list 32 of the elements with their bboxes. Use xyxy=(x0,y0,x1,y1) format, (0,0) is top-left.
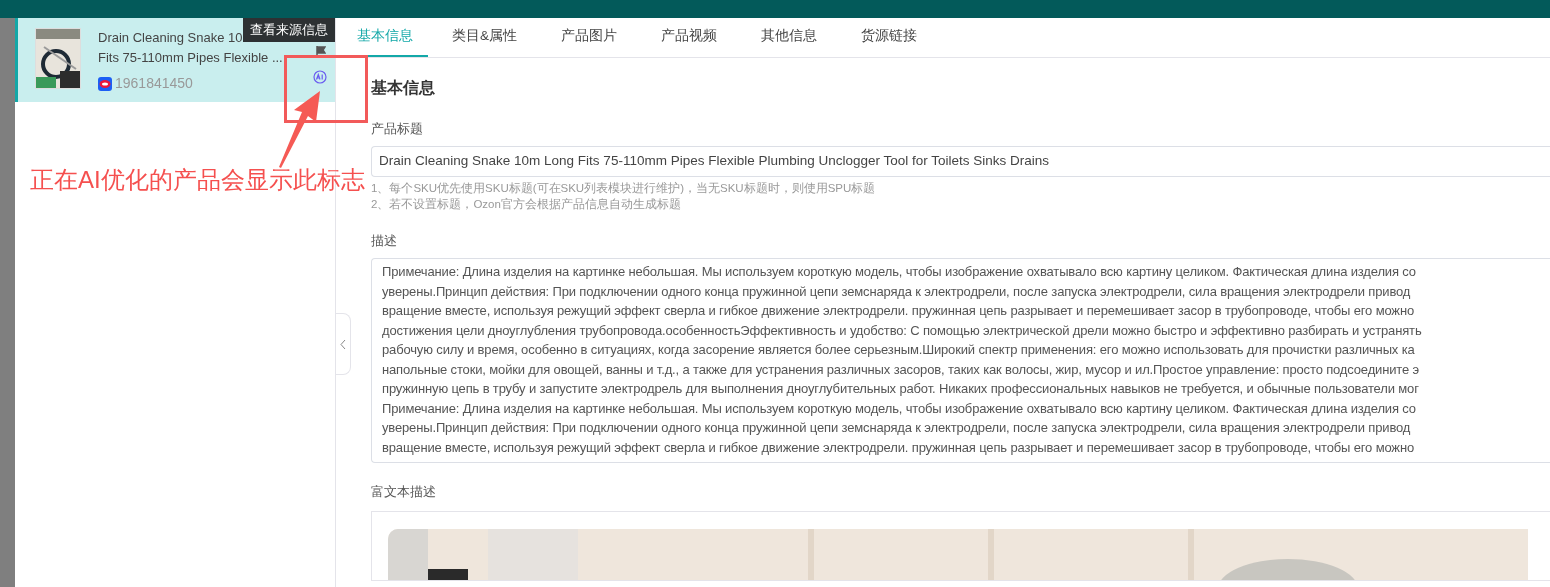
hint-text: 1、每个SKU优先使用SKU标题(可在SKU列表模块进行维护)，当无SKU标题时，则使用SPU标题 xyxy=(371,181,877,196)
tab[interactable]: 类目&属性 xyxy=(432,18,537,57)
annotation-text: 正在AI优化的产品会显示此标志 xyxy=(30,165,365,195)
description-line: вращение вместе, используя режущий эффект сверла и гибкое движение электродрели. пружинная цепь разрывает и перемешивает засор в трубопроводе, чтобы его можно xyxy=(382,438,1416,457)
hint-text: 2、若不设置标题，Ozon官方会根据产品信息自动生成标题 xyxy=(371,197,682,212)
field-label: 描述 xyxy=(371,232,398,250)
field-label: 产品标题 xyxy=(371,120,424,138)
product-id: 1961841450 xyxy=(115,74,193,93)
product-title: Drain Cleaning Snake 10 xyxy=(98,29,243,47)
description-line: вращение вместе, используя режущий эффект сверла и гибкое движение электродрели. пружинная цепь разрывает и перемешивает засор в трубопроводе, чтобы его можно xyxy=(382,302,1416,320)
tab[interactable]: 产品图片 xyxy=(541,18,637,57)
tab[interactable]: 其他信息 xyxy=(741,18,837,57)
description-textarea[interactable] xyxy=(371,258,1550,463)
description-line: напольные стоки, мойки для овощей, ванны и т.д., а также для устранения различных засоров, таких как волосы, жир, мусор и ил.Простое управление: просто подсоедините э xyxy=(382,360,1421,379)
tab[interactable]: 货源链接 xyxy=(841,18,937,57)
flag-icon[interactable] xyxy=(316,46,326,58)
tooltip: 查看来源信息 xyxy=(243,18,335,42)
description-line: Примечание: Длина изделия на картинке небольшая. Мы используем короткую модель, чтобы изображение охватывало всю картину целиком. Фактическая длина изделия со xyxy=(382,399,1417,418)
description-line: уверены.Принцип действия: При подключении одного конца пружинной цепи земснаряда к электродрели, после запуска электродрели, сила вращения электродрели привод xyxy=(382,419,1412,437)
collapse-handle[interactable] xyxy=(336,313,351,375)
platform-icon xyxy=(98,76,112,91)
tab[interactable]: 产品视频 xyxy=(641,18,737,57)
description-line: пружинную цепь в трубу и запустите электродрель для выполнения дноуглубительных работ. Никаких профессиональных навыков не требуется, и обычные пользователи мог xyxy=(382,380,1420,398)
section-title: 基本信息 xyxy=(371,78,436,98)
product-title: Fits 75-110mm Pipes Flexible ... xyxy=(98,49,283,67)
description-line: рабочую силу и время, особенно в ситуациях, когда засорение является более серьезным.Широкий спектр применения: его можно использовать для прочистки различных ка xyxy=(382,341,1416,359)
description-line: уверены.Принцип действия: При подключении одного конца пружинной цепи земснаряда к электродрели, после запуска электродрели, сила вращения электродрели привод xyxy=(382,282,1412,301)
description-line: Примечание: Длина изделия на картинке небольшая. Мы используем короткую модель, чтобы изображение охватывало всю картину целиком. Фактическая длина изделия со xyxy=(382,263,1417,281)
description-line: достижения цели дноуглубления трубопровода.особенностьЭффективность и удобство: С помощью электрической дрели можно быстро и эффективно разбирать и устранять xyxy=(382,321,1423,340)
chevron-left-icon xyxy=(340,338,346,350)
field-label: 富文本描述 xyxy=(371,483,437,501)
title-input[interactable]: Drain Cleaning Snake 10m Long Fits 75-110mm Pipes Flexible Plumbing Unclogger Tool for Toilets Sinks Drains xyxy=(371,146,1550,177)
